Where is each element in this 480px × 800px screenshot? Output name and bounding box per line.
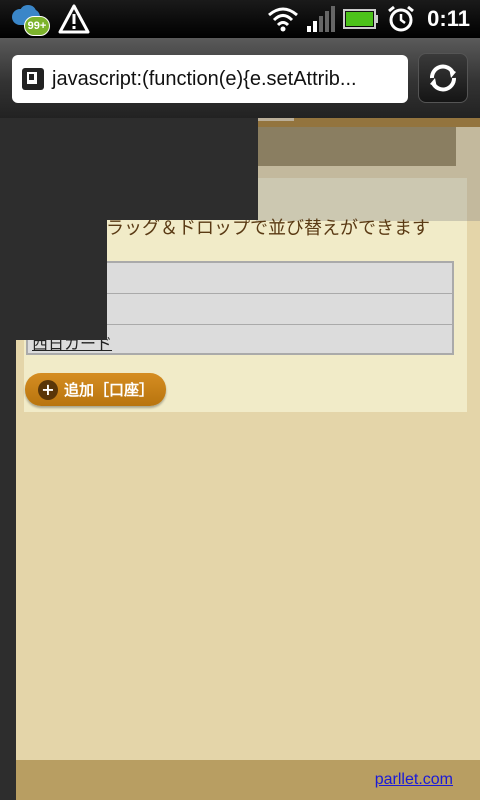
web-content: ラッグ＆ドロップで並び替えができます 西日カード + 追加［口座］ parlle…	[0, 118, 480, 800]
add-account-label: 追加［口座］	[64, 381, 155, 399]
battery-icon	[343, 9, 379, 29]
refresh-button[interactable]	[418, 53, 468, 103]
status-left: 99+	[10, 3, 90, 36]
overlay-occluder	[0, 118, 258, 220]
url-text[interactable]: javascript:(function(e){e.setAttrib...	[52, 68, 357, 91]
status-right: 0:11	[267, 3, 470, 35]
browser-toolbar: javascript:(function(e){e.setAttrib...	[0, 38, 480, 118]
footer-link[interactable]: parllet.com	[375, 771, 453, 789]
add-account-button[interactable]: + 追加［口座］	[25, 373, 167, 406]
overlay-occluder-lower	[0, 220, 107, 340]
warning-icon	[58, 4, 90, 34]
plus-icon: +	[38, 379, 58, 400]
footer: parllet.com	[16, 760, 480, 800]
refresh-icon	[430, 64, 456, 92]
status-bar: 99+ 0:11	[0, 0, 480, 38]
signal-icon	[307, 6, 336, 32]
url-field[interactable]: javascript:(function(e){e.setAttrib...	[12, 55, 408, 103]
alarm-icon	[388, 5, 415, 32]
cloud-sync-icon: 99+	[10, 3, 52, 36]
notification-count-badge: 99+	[24, 16, 50, 36]
wifi-icon	[268, 7, 299, 32]
clock: 0:11	[427, 6, 470, 31]
bookmark-icon[interactable]	[22, 68, 44, 90]
grey-overlay	[256, 118, 480, 221]
